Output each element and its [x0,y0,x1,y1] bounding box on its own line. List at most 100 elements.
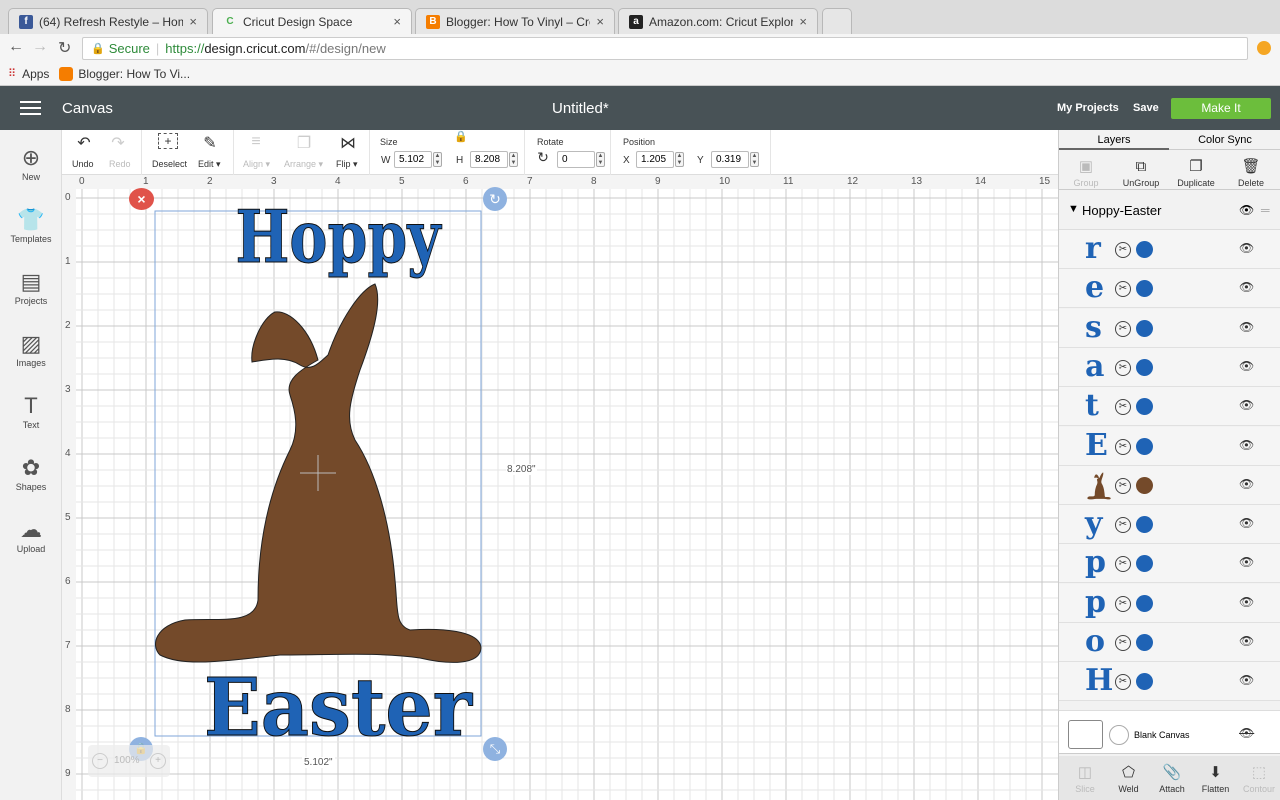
flip-button[interactable]: Flip ▾ [336,159,358,170]
delete-button[interactable]: 🗑 Delete [1229,156,1273,188]
browser-tab[interactable]: B Blogger: How To Vinyl – Creat × [415,8,615,34]
width-input[interactable]: 5.102 [394,151,432,168]
x-position-input[interactable]: 1.205 [636,151,674,168]
edit-button[interactable]: Edit ▾ [198,159,221,170]
sidebar-item-shapes[interactable]: ✿ Shapes [0,454,62,492]
url-input[interactable]: 🔒 Secure | https:// design.cricut.com /#… [82,37,1248,60]
weld-button[interactable]: ⬠ Weld [1107,762,1151,794]
height-input[interactable]: 8.208 [470,151,508,168]
tab-color-sync[interactable]: Color Sync [1169,130,1280,150]
text-easter[interactable]: Easter [204,660,474,755]
ungroup-button[interactable]: ⧉ UnGroup [1119,156,1163,188]
eye-icon[interactable]: 👁 [1239,595,1254,609]
eye-icon[interactable]: 👁 [1239,438,1254,452]
zoom-in-icon[interactable]: + [150,753,166,769]
layer-item[interactable]: e ✂ 👁 [1059,269,1280,309]
cut-operation-icon[interactable]: ✂ [1115,595,1131,612]
cut-operation-icon[interactable]: ✂ [1115,320,1131,337]
sidebar-item-projects[interactable]: ▤ Projects [0,268,62,306]
eye-icon[interactable]: 👁 [1239,320,1254,334]
extension-icon[interactable] [1257,41,1271,55]
bookmark-blogger[interactable]: Blogger: How To Vi... [78,67,190,81]
eye-icon[interactable]: 👁 [1239,280,1254,294]
hamburger-menu-icon[interactable] [20,101,41,115]
undo-button[interactable]: Undo [72,159,94,169]
close-tab-icon[interactable]: × [189,14,197,29]
new-tab-button[interactable] [822,8,852,34]
layer-item[interactable]: ✂ 👁 [1059,465,1280,505]
width-stepper[interactable]: ▲ ▼ [433,152,442,167]
design-artwork[interactable]: Hoppy Easter [62,175,1058,800]
canvas-color-circle[interactable] [1109,725,1129,745]
sidebar-item-templates[interactable]: 👕 Templates [0,206,62,244]
layer-item[interactable]: p ✂ 👁 [1059,544,1280,584]
eye-icon[interactable]: 👁 [1239,241,1254,255]
close-tab-icon[interactable]: × [393,14,401,29]
x-stepper[interactable]: ▲ ▼ [675,152,684,167]
duplicate-button[interactable]: ❐ Duplicate [1174,156,1218,188]
design-canvas[interactable]: 0 1 2 3 4 5 6 7 8 9 10 11 12 13 14 15 0 1 2 3 4 5 6 7 8 9 Hoppy Eas… [62,175,1058,800]
layer-item[interactable]: y ✂ 👁 [1059,505,1280,545]
eye-icon[interactable]: 👁 [1239,398,1254,412]
forward-icon[interactable]: → [32,38,48,56]
cut-operation-icon[interactable]: ✂ [1115,635,1131,651]
eye-icon[interactable]: 👁 [1239,359,1254,373]
eye-icon[interactable]: 👁 [1239,203,1254,217]
eye-icon[interactable]: 👁 [1239,477,1254,491]
attach-button[interactable]: 📎 Attach [1150,762,1194,794]
undo-icon[interactable]: ↶ [74,133,94,153]
layer-item[interactable]: a ✂ 👁 [1059,347,1280,387]
sidebar-item-images[interactable]: ▨ Images [0,330,62,368]
browser-tab[interactable]: a Amazon.com: Cricut Explore / × [618,8,818,34]
make-it-button[interactable]: Make It [1171,98,1271,119]
height-stepper[interactable]: ▲ ▼ [509,152,518,167]
eye-icon[interactable]: 👁 [1239,516,1254,530]
edit-icon[interactable]: ✎ [200,133,220,153]
save-button[interactable]: Save [1133,102,1159,114]
bookmark-apps[interactable]: Apps [22,67,49,81]
text-hoppy[interactable]: Hoppy [235,194,443,280]
layer-color-swatch[interactable] [1136,437,1153,455]
layer-color-swatch[interactable] [1136,594,1153,612]
flatten-button[interactable]: ⬇ Flatten [1194,762,1238,794]
collapse-triangle-icon[interactable]: ▼ [1068,203,1079,215]
layer-color-swatch[interactable] [1136,319,1153,337]
deselect-button[interactable]: Deselect [152,159,187,169]
browser-tab[interactable]: f (64) Refresh Restyle – Home × [8,8,208,34]
y-stepper[interactable]: ▲ ▼ [750,152,759,167]
layer-item[interactable]: E ✂ 👁 [1059,426,1280,466]
sidebar-item-upload[interactable]: ☁ Upload [0,516,62,554]
layer-item[interactable]: t ✂ 👁 [1059,387,1280,427]
delete-handle-icon[interactable]: × [129,188,154,210]
cut-operation-icon[interactable]: ✂ [1115,556,1131,573]
tab-layers[interactable]: Layers [1059,130,1169,150]
resize-handle-icon[interactable]: ⤡ [483,737,507,761]
layer-color-swatch[interactable] [1136,476,1153,494]
cut-operation-icon[interactable]: ✂ [1115,477,1131,494]
layer-item[interactable]: o ✂ 👁 [1059,623,1280,662]
back-icon[interactable]: ← [8,38,24,56]
layer-item[interactable]: p ✂ 👁 [1059,583,1280,623]
cut-operation-icon[interactable]: ✂ [1115,281,1131,298]
layer-color-swatch[interactable] [1136,358,1153,376]
layer-color-swatch[interactable] [1136,516,1153,534]
layer-color-swatch[interactable] [1136,673,1153,691]
close-tab-icon[interactable]: × [596,14,604,29]
my-projects-button[interactable]: My Projects [1057,102,1119,114]
zoom-out-icon[interactable]: − [92,753,108,769]
canvas-color-swatch[interactable] [1068,720,1103,749]
layer-color-swatch[interactable] [1136,241,1153,258]
cut-operation-icon[interactable]: ✂ [1115,242,1131,258]
browser-tab[interactable]: C Cricut Design Space × [212,8,412,34]
flip-icon[interactable]: ⋈ [338,133,358,153]
eye-icon[interactable]: 👁 [1239,634,1254,648]
sidebar-item-new[interactable]: ⊕ New [0,144,62,182]
eye-icon[interactable]: 👁 [1239,673,1254,687]
close-tab-icon[interactable]: × [799,14,807,29]
cut-operation-icon[interactable]: ✂ [1115,438,1131,455]
layer-color-swatch[interactable] [1136,634,1153,651]
rotate-handle-icon[interactable]: ↻ [483,187,507,211]
y-position-input[interactable]: 0.319 [711,151,749,168]
layer-item[interactable]: H ✂ 👁 [1059,662,1280,702]
layer-item[interactable]: r ✂ 👁 [1059,230,1280,269]
